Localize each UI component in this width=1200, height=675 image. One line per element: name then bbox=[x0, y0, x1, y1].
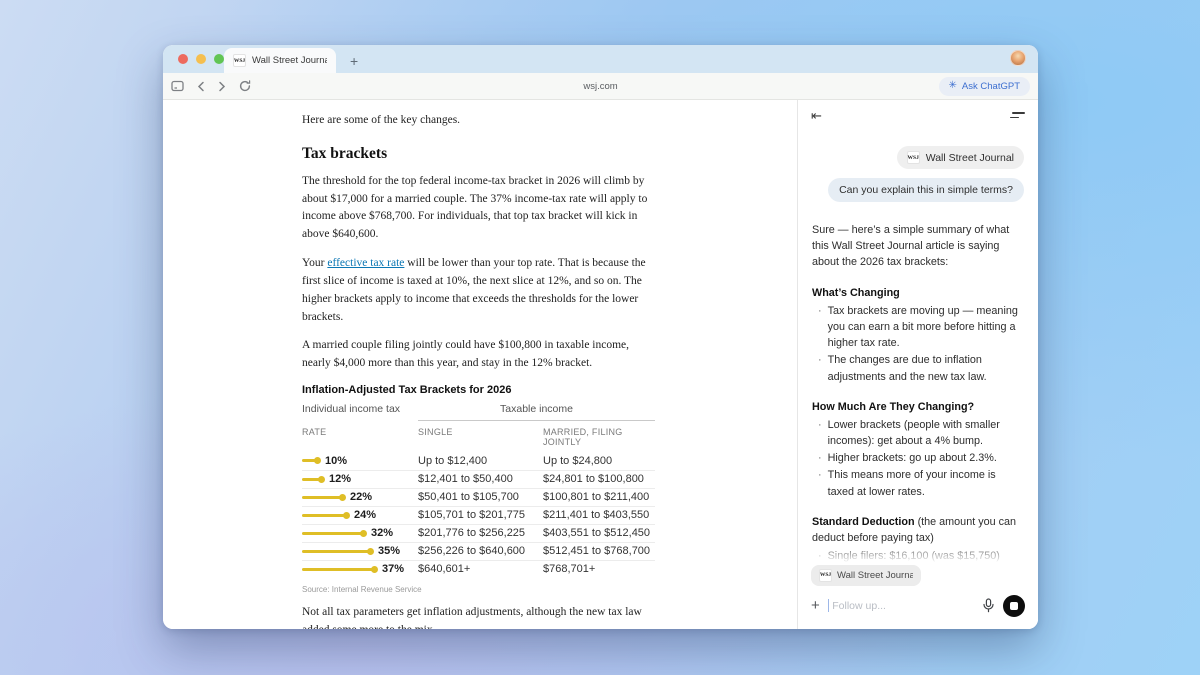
effective-tax-rate-link[interactable]: effective tax rate bbox=[327, 257, 404, 269]
table-row: 10% Up to $12,400 Up to $24,800 bbox=[302, 452, 655, 470]
table-row: 24% $105,701 to $201,775 $211,401 to $40… bbox=[302, 506, 655, 524]
openai-logo-icon: ✳ bbox=[949, 81, 957, 91]
col-group-individual: Individual income tax bbox=[302, 403, 418, 421]
tab-title: Wall Street Journal bbox=[252, 55, 327, 66]
table-row: 22% $50,401 to $105,700 $100,801 to $211… bbox=[302, 488, 655, 506]
col-group-taxable-income: Taxable income bbox=[418, 403, 655, 421]
wsj-favicon-icon: WSJ bbox=[907, 151, 920, 164]
wsj-favicon-icon: WSJ bbox=[233, 54, 246, 67]
back-icon[interactable] bbox=[197, 81, 205, 92]
col-header-rate: RATE bbox=[302, 427, 418, 447]
table-source: Source: Internal Revenue Service bbox=[302, 585, 655, 594]
stop-icon bbox=[1010, 602, 1018, 610]
table-row: 12% $12,401 to $50,400 $24,801 to $100,8… bbox=[302, 470, 655, 488]
wsj-favicon-icon: WSJ bbox=[819, 569, 832, 582]
bullet-item: ·Single filers: $16,100 (was $15,750) bbox=[812, 548, 1024, 563]
rate-label: 37% bbox=[382, 563, 404, 575]
profile-avatar[interactable] bbox=[1010, 50, 1026, 66]
input-placeholder: Follow up... bbox=[830, 600, 886, 612]
chat-thread[interactable]: WSJ Wall Street Journal Can you explain … bbox=[798, 130, 1038, 563]
assistant-intro: Sure — here’s a simple summary of what t… bbox=[812, 222, 1024, 271]
single-range: $201,776 to $256,225 bbox=[418, 527, 543, 539]
article-paragraph: The threshold for the top federal income… bbox=[302, 173, 655, 244]
source-pill[interactable]: WSJ Wall Street Journal bbox=[897, 146, 1024, 169]
context-chip[interactable]: WSJ Wall Street Journa bbox=[811, 565, 921, 586]
follow-up-input[interactable]: Follow up... bbox=[828, 599, 974, 612]
rate-label: 12% bbox=[329, 473, 351, 485]
voice-send-button[interactable] bbox=[1003, 595, 1025, 617]
single-range: $256,226 to $640,600 bbox=[418, 545, 543, 557]
tab-strip: WSJ Wall Street Journal + bbox=[163, 45, 1038, 73]
single-range: $105,701 to $201,775 bbox=[418, 509, 543, 521]
rate-bar bbox=[302, 514, 348, 517]
collapse-sidebar-icon[interactable]: ⇤ bbox=[811, 109, 822, 122]
assistant-section: How Much Are They Changing? ·Lower brack… bbox=[812, 399, 1024, 500]
tax-brackets-table: Inflation-Adjusted Tax Brackets for 2026… bbox=[302, 384, 655, 594]
rate-bar bbox=[302, 550, 372, 553]
bullet-item: ·Higher brackets: go up about 2.3%. bbox=[812, 450, 1024, 466]
assistant-section: Standard Deduction (the amount you can d… bbox=[812, 514, 1024, 563]
article-heading-tax-brackets: Tax brackets bbox=[302, 145, 655, 163]
reload-icon[interactable] bbox=[239, 80, 251, 92]
married-range: $211,401 to $403,550 bbox=[543, 509, 655, 521]
rate-bar bbox=[302, 459, 319, 462]
col-header-married: MARRIED, FILING JOINTLY bbox=[543, 427, 655, 447]
microphone-icon[interactable] bbox=[982, 598, 995, 613]
bullet-item: ·The changes are due to inflation adjust… bbox=[812, 352, 1024, 384]
bullet-item: ·Lower brackets (people with smaller inc… bbox=[812, 417, 1024, 449]
col-header-single: SINGLE bbox=[418, 427, 543, 447]
table-row: 37% $640,601+ $768,701+ bbox=[302, 560, 655, 578]
tab-overview-icon[interactable] bbox=[171, 80, 184, 92]
single-range: $50,401 to $105,700 bbox=[418, 491, 543, 503]
browser-toolbar: wsj.com ✳ Ask ChatGPT bbox=[163, 73, 1038, 100]
rate-bar bbox=[302, 532, 365, 535]
table-row: 32% $201,776 to $256,225 $403,551 to $51… bbox=[302, 524, 655, 542]
zoom-window-button[interactable] bbox=[214, 54, 224, 64]
chatgpt-sidebar: ⇤ WSJ Wall Street Journal Can you explai… bbox=[797, 100, 1038, 629]
traffic-lights bbox=[178, 54, 224, 64]
rate-label: 32% bbox=[371, 527, 393, 539]
tab-wall-street-journal[interactable]: WSJ Wall Street Journal bbox=[224, 48, 336, 73]
chat-composer: WSJ Wall Street Journa + Follow up... bbox=[798, 563, 1038, 629]
text-caret bbox=[828, 599, 830, 612]
single-range: $12,401 to $50,400 bbox=[418, 473, 543, 485]
article-paragraph: A married couple filing jointly could ha… bbox=[302, 337, 655, 373]
rate-label: 35% bbox=[378, 545, 400, 557]
single-range: $640,601+ bbox=[418, 563, 543, 575]
bullet-item: ·This means more of your income is taxed… bbox=[812, 467, 1024, 499]
rate-bar bbox=[302, 568, 376, 571]
ask-chatgpt-button[interactable]: ✳ Ask ChatGPT bbox=[939, 77, 1030, 96]
sidebar-header: ⇤ bbox=[798, 100, 1038, 130]
minimize-window-button[interactable] bbox=[196, 54, 206, 64]
article-pane[interactable]: Here are some of the key changes. Tax br… bbox=[163, 100, 797, 629]
article-intro: Here are some of the key changes. bbox=[302, 112, 655, 130]
single-range: Up to $12,400 bbox=[418, 455, 543, 467]
rate-label: 10% bbox=[325, 455, 347, 467]
article-paragraph: Not all tax parameters get inflation adj… bbox=[302, 604, 655, 629]
assistant-message: Sure — here’s a simple summary of what t… bbox=[812, 222, 1024, 563]
table-row: 35% $256,226 to $640,600 $512,451 to $76… bbox=[302, 542, 655, 560]
address-bar-url[interactable]: wsj.com bbox=[583, 81, 617, 92]
table-title: Inflation-Adjusted Tax Brackets for 2026 bbox=[302, 384, 655, 396]
assistant-section: What’s Changing ·Tax brackets are moving… bbox=[812, 285, 1024, 385]
rate-bar bbox=[302, 496, 344, 499]
married-range: $768,701+ bbox=[543, 563, 655, 575]
user-message-bubble: Can you explain this in simple terms? bbox=[828, 178, 1024, 202]
attach-plus-icon[interactable]: + bbox=[811, 598, 820, 613]
rate-bar bbox=[302, 478, 323, 481]
article-paragraph: Your effective tax rate will be lower th… bbox=[302, 255, 655, 326]
married-range: $24,801 to $100,800 bbox=[543, 473, 655, 485]
married-range: $100,801 to $211,400 bbox=[543, 491, 655, 503]
rate-label: 24% bbox=[354, 509, 376, 521]
married-range: $512,451 to $768,700 bbox=[543, 545, 655, 557]
bullet-item: ·Tax brackets are moving up — meaning yo… bbox=[812, 303, 1024, 352]
married-range: Up to $24,800 bbox=[543, 455, 655, 467]
new-tab-button[interactable]: + bbox=[350, 54, 358, 68]
close-window-button[interactable] bbox=[178, 54, 188, 64]
married-range: $403,551 to $512,450 bbox=[543, 527, 655, 539]
menu-icon[interactable] bbox=[1010, 112, 1025, 118]
rate-label: 22% bbox=[350, 491, 372, 503]
browser-window: WSJ Wall Street Journal + bbox=[163, 45, 1038, 629]
forward-icon[interactable] bbox=[218, 81, 226, 92]
